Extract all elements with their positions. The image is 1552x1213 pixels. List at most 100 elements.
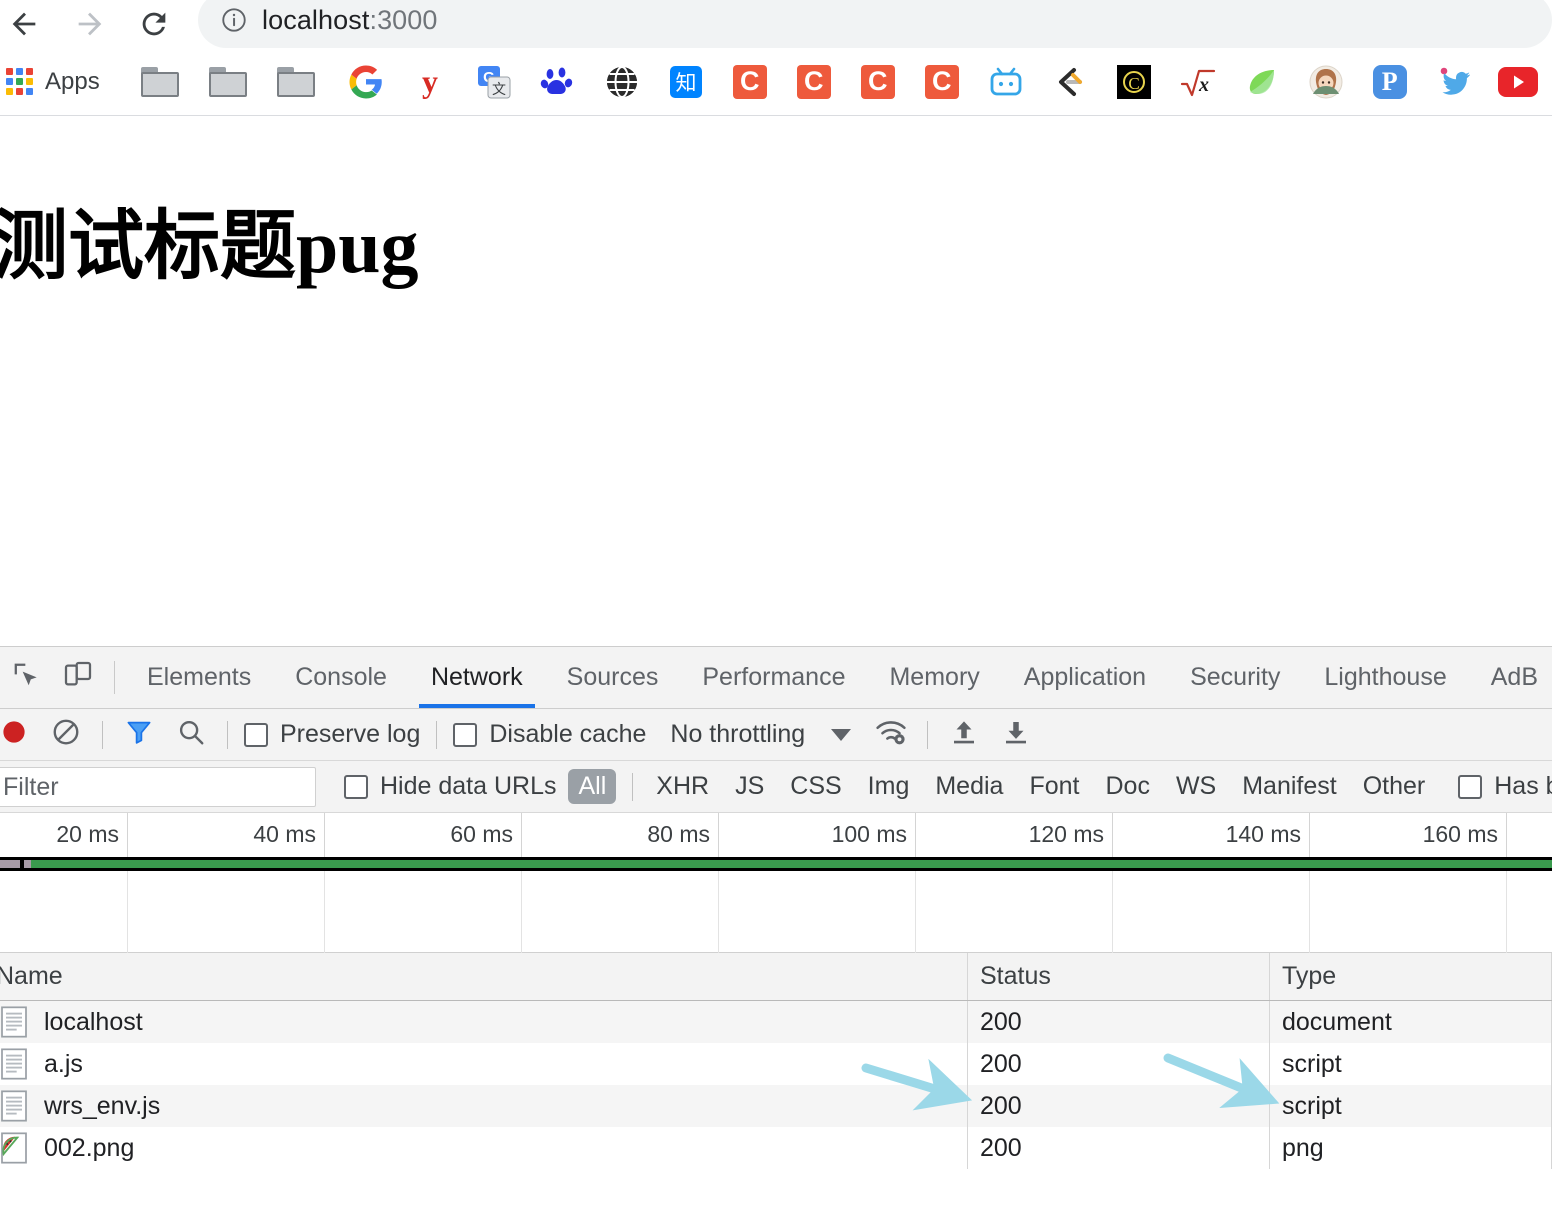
- devtools-tabbar: Elements Console Network Sources Perform…: [0, 647, 1552, 709]
- bookmark-twitter[interactable]: [1426, 60, 1482, 104]
- back-button[interactable]: [0, 0, 48, 48]
- filter-type-all[interactable]: All: [568, 769, 617, 804]
- checkbox-box[interactable]: [344, 774, 368, 799]
- network-overview[interactable]: 20 ms 40 ms 60 ms 80 ms 100 ms 120 ms 14…: [0, 813, 1552, 953]
- page-title: 测试标题pug: [0, 204, 419, 289]
- tab-elements[interactable]: Elements: [125, 647, 273, 708]
- column-header-name[interactable]: Name: [0, 953, 968, 1000]
- filter-type-ws[interactable]: WS: [1163, 772, 1229, 801]
- bookmark-google[interactable]: [338, 60, 394, 104]
- filter-type-doc[interactable]: Doc: [1092, 772, 1162, 801]
- filter-type-img[interactable]: Img: [855, 772, 923, 801]
- table-row[interactable]: 002.png 200 png: [0, 1127, 1552, 1169]
- apps-shortcut[interactable]: Apps: [0, 60, 108, 104]
- cell-name[interactable]: wrs_env.js: [0, 1085, 968, 1127]
- bookmark-c-3[interactable]: C: [850, 60, 906, 104]
- tab-memory[interactable]: Memory: [867, 647, 1001, 708]
- ruler-tick-label: 40 ms: [253, 821, 316, 847]
- address-bar[interactable]: localhost:3000: [198, 0, 1552, 48]
- column-header-status[interactable]: Status: [968, 953, 1270, 1000]
- copyright-icon: C: [1114, 62, 1154, 102]
- search-button[interactable]: [165, 709, 217, 761]
- clear-button[interactable]: [40, 709, 92, 761]
- cell-name[interactable]: localhost: [0, 1001, 968, 1043]
- bookmark-c-1[interactable]: C: [722, 60, 778, 104]
- filter-type-css[interactable]: CSS: [777, 772, 854, 801]
- checkbox-box[interactable]: [453, 722, 478, 747]
- table-row[interactable]: wrs_env.js 200 script: [0, 1085, 1552, 1127]
- bookmark-leaf[interactable]: [1234, 60, 1290, 104]
- column-header-type[interactable]: Type: [1270, 953, 1552, 1000]
- checkbox-box[interactable]: [244, 722, 268, 747]
- ruler-tick-label: 60 ms: [450, 821, 513, 847]
- bookmark-baidu[interactable]: [530, 60, 586, 104]
- filter-type-font[interactable]: Font: [1016, 772, 1092, 801]
- forward-button[interactable]: [66, 0, 114, 48]
- column-header-label: Name: [0, 962, 63, 990]
- hide-data-urls-checkbox[interactable]: Hide data URLs: [338, 772, 562, 801]
- document-file-icon: [0, 1006, 28, 1038]
- tab-network[interactable]: Network: [409, 647, 545, 708]
- tab-sources[interactable]: Sources: [545, 647, 681, 708]
- checkbox-box[interactable]: [1458, 774, 1483, 799]
- tab-label: Application: [1023, 663, 1147, 691]
- table-row[interactable]: localhost 200 document: [0, 1001, 1552, 1043]
- bookmark-zhihu[interactable]: 知: [658, 60, 714, 104]
- inspect-element-button[interactable]: [0, 647, 52, 708]
- bookmark-youdao[interactable]: y: [402, 60, 458, 104]
- bookmark-folder-1[interactable]: [132, 60, 188, 104]
- table-row[interactable]: a.js 200 script: [0, 1043, 1552, 1085]
- network-conditions-button[interactable]: [865, 709, 917, 761]
- disable-cache-checkbox[interactable]: Disable cache: [447, 720, 652, 749]
- bookmark-p[interactable]: P: [1362, 60, 1418, 104]
- import-har-button[interactable]: [938, 709, 990, 761]
- preserve-log-checkbox[interactable]: Preserve log: [238, 720, 426, 749]
- folder-icon: [208, 62, 248, 102]
- address-port: :3000: [369, 4, 438, 35]
- bookmark-bilibili[interactable]: [978, 60, 1034, 104]
- info-circle-icon[interactable]: [220, 6, 248, 34]
- filter-type-other[interactable]: Other: [1350, 772, 1439, 801]
- tab-console[interactable]: Console: [273, 647, 409, 708]
- filter-input[interactable]: Filter: [0, 767, 316, 807]
- bookmark-folder-2[interactable]: [200, 60, 256, 104]
- bookmark-copyright-black[interactable]: C: [1106, 60, 1162, 104]
- filter-type-xhr[interactable]: XHR: [643, 772, 722, 801]
- bookmark-google-translate[interactable]: G 文: [466, 60, 522, 104]
- cell-status-label: 200: [980, 1007, 1022, 1036]
- filter-type-manifest[interactable]: Manifest: [1229, 772, 1349, 801]
- bookmark-folder-3[interactable]: [268, 60, 324, 104]
- cell-name-label: a.js: [44, 1049, 83, 1078]
- export-har-button[interactable]: [990, 709, 1042, 761]
- tab-application[interactable]: Application: [1002, 647, 1168, 708]
- cell-name[interactable]: a.js: [0, 1043, 968, 1085]
- throttling-select[interactable]: No throttling: [652, 720, 852, 749]
- tab-adblock[interactable]: AdB: [1469, 647, 1552, 708]
- tab-label: Elements: [147, 663, 252, 691]
- bookmark-youtube[interactable]: [1490, 60, 1546, 104]
- toolbar-divider: [102, 720, 103, 749]
- tab-security[interactable]: Security: [1168, 647, 1302, 708]
- toolbar-divider: [114, 661, 115, 694]
- tab-performance[interactable]: Performance: [680, 647, 867, 708]
- bookmark-leetcode[interactable]: [1042, 60, 1098, 104]
- filter-type-js[interactable]: JS: [722, 772, 777, 801]
- ruler-tick: 60 ms: [325, 813, 522, 857]
- reload-button[interactable]: [130, 0, 178, 48]
- script-file-icon: [0, 1090, 28, 1122]
- bookmark-math[interactable]: x: [1170, 60, 1226, 104]
- filter-toggle-button[interactable]: [113, 709, 165, 761]
- cell-status: 200: [968, 1043, 1270, 1085]
- svg-text:知: 知: [675, 71, 696, 95]
- bookmark-globe[interactable]: [594, 60, 650, 104]
- bookmark-c-2[interactable]: C: [786, 60, 842, 104]
- device-toolbar-button[interactable]: [52, 647, 104, 708]
- cell-name[interactable]: 002.png: [0, 1127, 968, 1169]
- bookmark-avatar[interactable]: [1298, 60, 1354, 104]
- has-blocked-cookies-checkbox[interactable]: Has blocked coo: [1452, 772, 1552, 801]
- filter-type-media[interactable]: Media: [922, 772, 1016, 801]
- record-button[interactable]: [0, 709, 40, 761]
- toolbar-divider: [436, 720, 438, 749]
- bookmark-c-4[interactable]: C: [914, 60, 970, 104]
- tab-lighthouse[interactable]: Lighthouse: [1302, 647, 1468, 708]
